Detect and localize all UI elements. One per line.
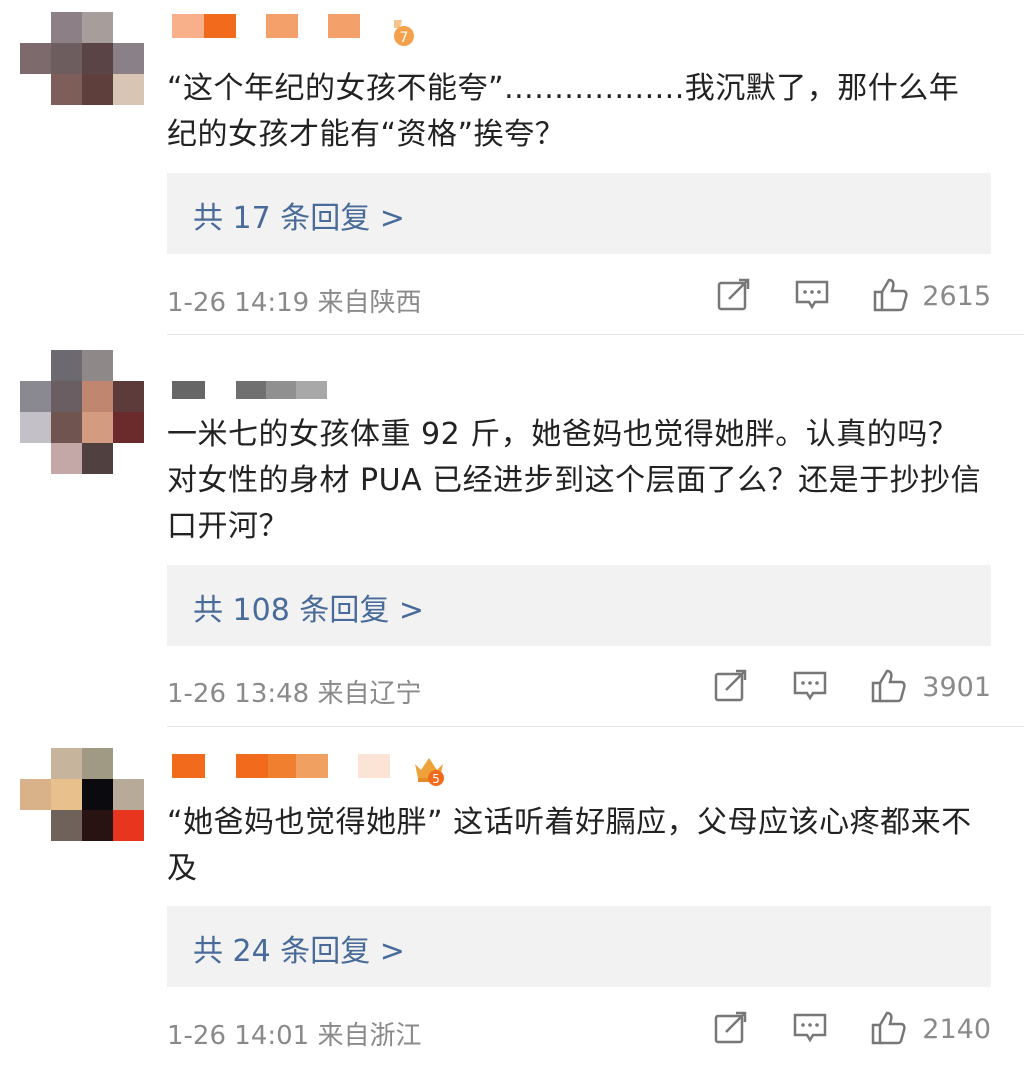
replies-label: 共 17 条回复 > bbox=[193, 201, 405, 236]
username-pixel bbox=[328, 14, 360, 38]
comment-meta: 1-26 13:48 来自辽宁 3901 bbox=[167, 668, 991, 709]
badge-level: 5 bbox=[432, 772, 440, 786]
member-badge-icon: 7 bbox=[394, 20, 414, 46]
replies-button[interactable]: 共 24 条回复 > bbox=[167, 906, 991, 987]
comment-text: 一米七的女孩体重 92 斤，她爸妈也觉得她胖。认真的吗？对女性的身材 PUA 已… bbox=[167, 417, 982, 544]
username-pixel bbox=[358, 754, 390, 778]
badge-level: 7 bbox=[400, 30, 409, 46]
username-pixel bbox=[204, 14, 236, 38]
comment-bubble-icon[interactable] bbox=[792, 668, 828, 704]
username-pixel bbox=[296, 754, 328, 778]
avatar[interactable] bbox=[20, 748, 144, 872]
comment-bubble-icon[interactable] bbox=[794, 277, 830, 313]
timestamp: 1-26 14:19 来自陕西 bbox=[167, 288, 422, 318]
username-pixel bbox=[172, 381, 205, 399]
like-count: 3901 bbox=[922, 672, 991, 703]
username-pixel bbox=[266, 381, 296, 399]
thumbs-up-icon[interactable] bbox=[870, 668, 906, 704]
thumbs-up-icon[interactable] bbox=[870, 1010, 906, 1046]
username-pixel bbox=[236, 381, 266, 399]
comment-bubble-icon[interactable] bbox=[792, 1010, 828, 1046]
share-edit-icon[interactable] bbox=[715, 277, 751, 313]
like-count: 2140 bbox=[922, 1014, 991, 1045]
username-pixel bbox=[172, 14, 204, 38]
like-count: 2615 bbox=[922, 281, 991, 312]
avatar[interactable] bbox=[20, 350, 144, 474]
replies-button[interactable]: 共 17 条回复 > bbox=[167, 173, 991, 254]
comment-text: “她爸妈也觉得她胖” 这话听着好膈应，父母应该心疼都来不及 bbox=[167, 805, 972, 886]
replies-label: 共 24 条回复 > bbox=[193, 934, 405, 969]
timestamp: 1-26 13:48 来自辽宁 bbox=[167, 679, 422, 709]
replies-button[interactable]: 共 108 条回复 > bbox=[167, 565, 991, 646]
username-pixel bbox=[266, 14, 298, 38]
username[interactable] bbox=[172, 14, 392, 38]
username-pixel bbox=[236, 754, 268, 778]
username-pixel bbox=[268, 754, 296, 778]
username-pixel bbox=[172, 754, 205, 778]
comment-3: 5 “她爸妈也觉得她胖” 这话听着好膈应，父母应该心疼都来不及 共 24 条回复… bbox=[0, 726, 1024, 1068]
username[interactable] bbox=[172, 381, 352, 399]
avatar[interactable] bbox=[20, 12, 144, 136]
comment-meta: 1-26 14:19 来自陕西 2615 bbox=[167, 277, 991, 318]
comment-text: “这个年纪的女孩不能夸”..................我沉默了，那什么年纪… bbox=[167, 71, 960, 152]
comment-2: 一米七的女孩体重 92 斤，她爸妈也觉得她胖。认真的吗？对女性的身材 PUA 已… bbox=[0, 334, 1024, 726]
thumbs-up-icon[interactable] bbox=[872, 277, 908, 313]
comment-1: 7 “这个年纪的女孩不能夸”..................我沉默了，那什么… bbox=[0, 0, 1024, 334]
comment-meta: 1-26 14:01 来自浙江 2140 bbox=[167, 1010, 991, 1051]
timestamp: 1-26 14:01 来自浙江 bbox=[167, 1021, 422, 1051]
replies-label: 共 108 条回复 > bbox=[193, 593, 425, 628]
username[interactable] bbox=[172, 754, 392, 778]
share-edit-icon[interactable] bbox=[712, 668, 748, 704]
username-pixel bbox=[296, 381, 327, 399]
share-edit-icon[interactable] bbox=[712, 1010, 748, 1046]
crown-badge-icon: 5 bbox=[415, 758, 444, 786]
